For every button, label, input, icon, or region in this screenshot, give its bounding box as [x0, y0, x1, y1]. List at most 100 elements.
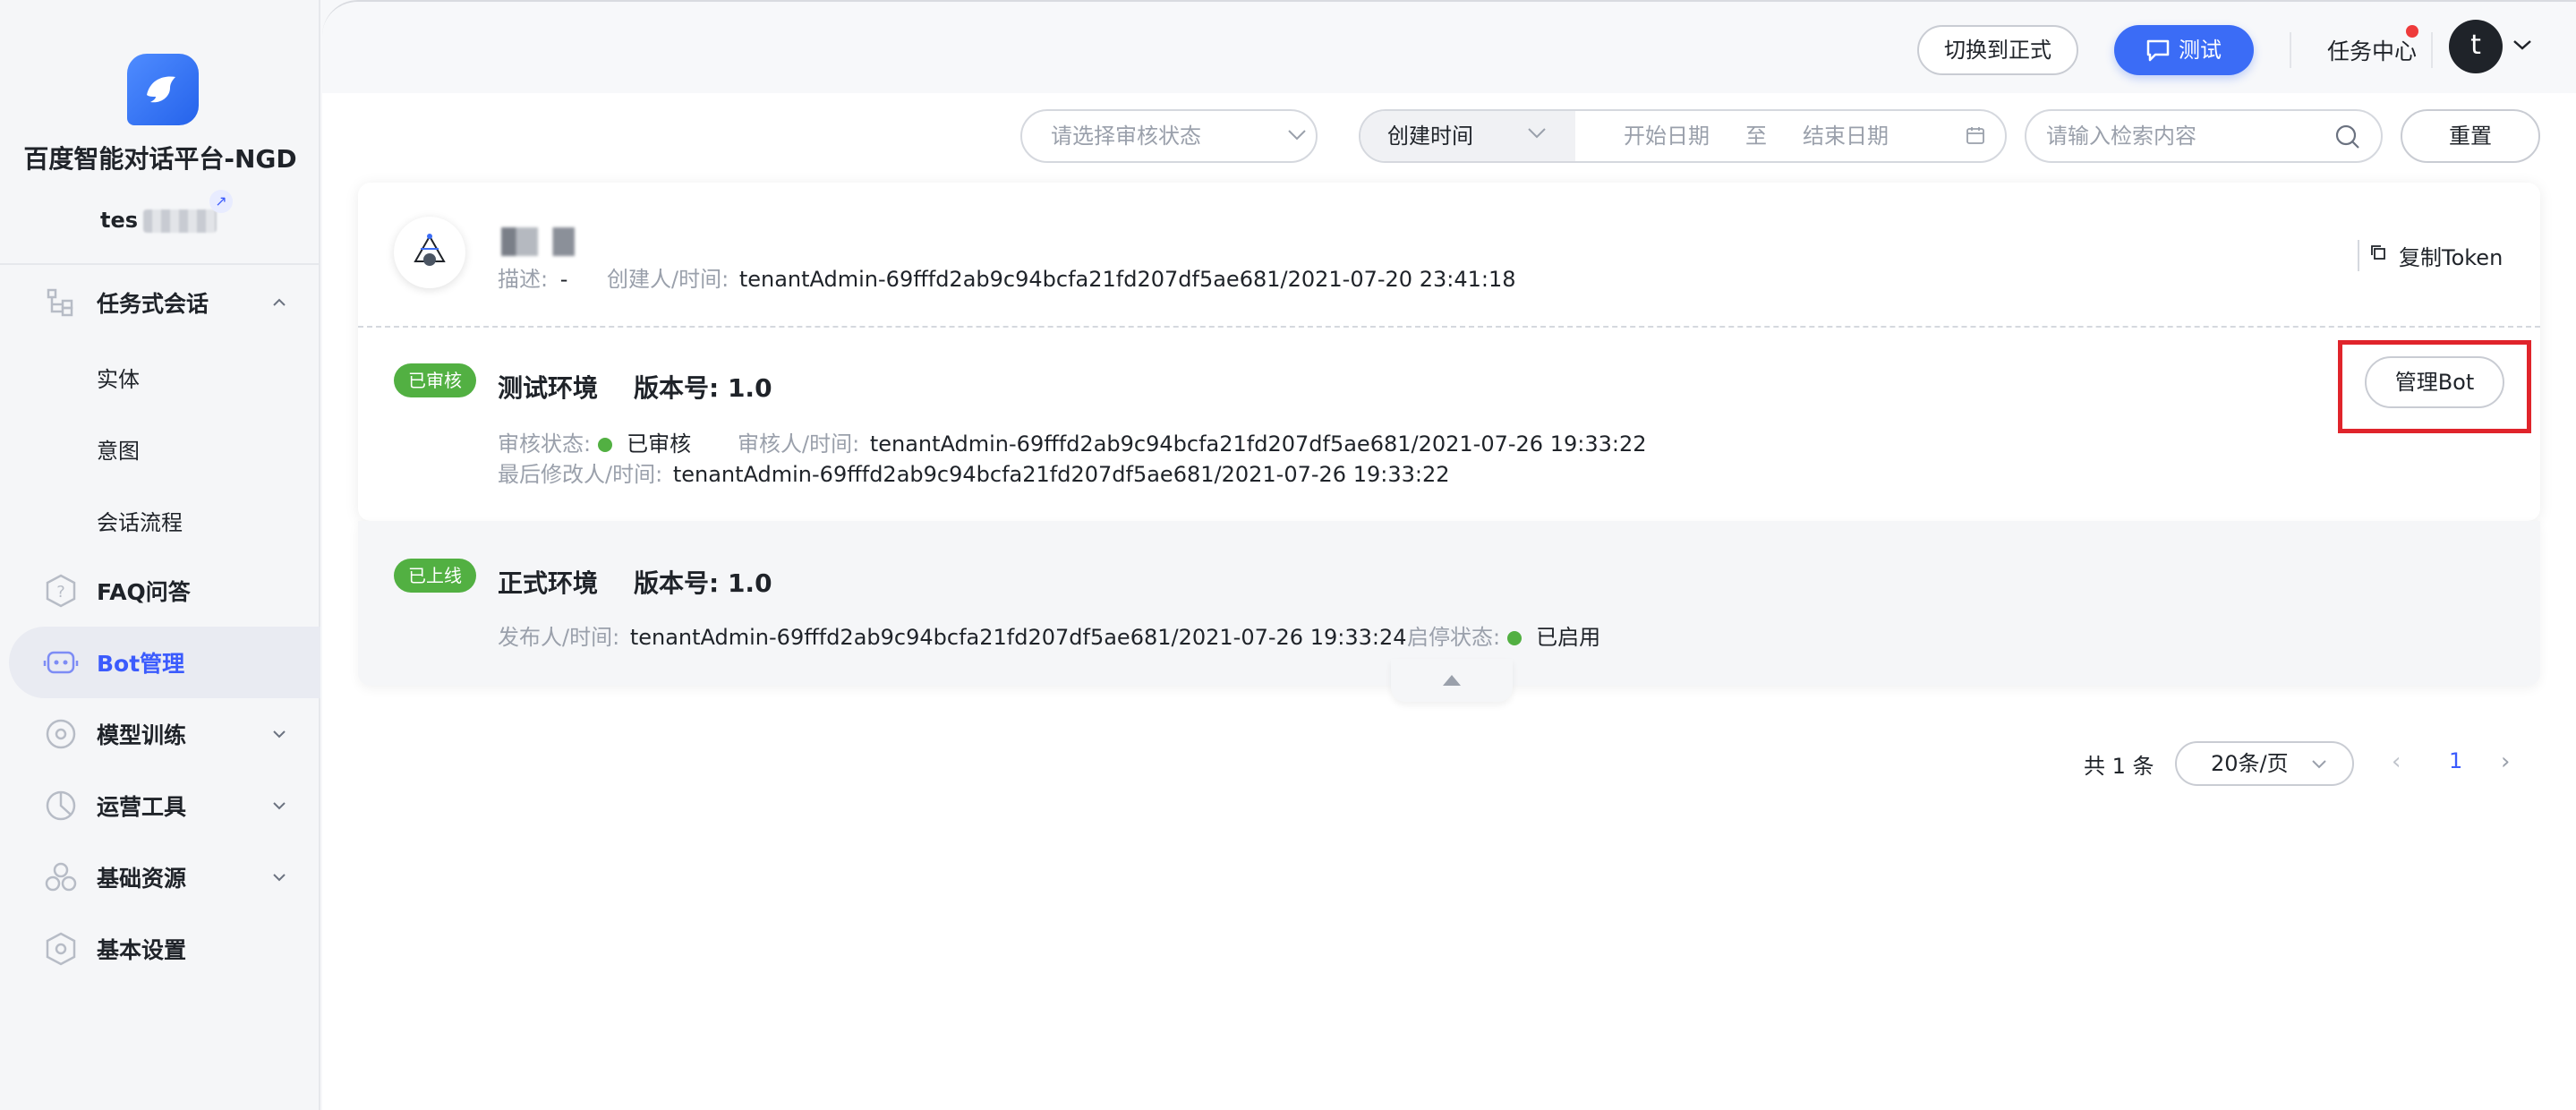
description-value: -: [559, 267, 568, 292]
test-env-title: 测试环境: [498, 373, 599, 403]
prod-env-title: 正式环境: [498, 568, 599, 598]
sidebar: 百度智能对话平台-NGD tes ↗ 任务式会话 实体 意图 会话流程 ? FA…: [0, 0, 320, 1110]
copy-token-label: 复制Token: [2399, 245, 2503, 270]
settings-hex-icon: [46, 932, 76, 966]
run-state: 启停状态: 已启用: [1407, 619, 1600, 651]
modifier-value: tenantAdmin-69fffd2ab9c94bcfa21fd207df5a…: [672, 462, 1450, 487]
description-label: 描述:: [498, 267, 549, 292]
sidebar-item-label: 运营工具: [97, 794, 187, 820]
chevron-down-icon[interactable]: [270, 797, 288, 815]
external-link-icon[interactable]: ↗: [209, 190, 233, 213]
sidebar-item-model-training[interactable]: 模型训练: [9, 698, 320, 770]
end-date-input[interactable]: 结束日期: [1803, 111, 1889, 161]
start-date-input[interactable]: 开始日期: [1624, 111, 1710, 161]
sidebar-item-label: 任务式会话: [97, 291, 209, 317]
chevron-up-icon[interactable]: [270, 294, 288, 312]
topbar-divider: [2431, 32, 2433, 68]
platform-logo: [127, 54, 199, 125]
sidebar-item-label: Bot管理: [97, 651, 185, 677]
reviewer-value: tenantAdmin-69fffd2ab9c94bcfa21fd207df5a…: [869, 431, 1647, 457]
model-icon: [46, 719, 76, 749]
publisher-info: 发布人/时间: tenantAdmin-69fffd2ab9c94bcfa21f…: [498, 619, 1406, 651]
robot-icon: [43, 651, 79, 674]
publisher-label: 发布人/时间:: [498, 625, 620, 650]
chat-bubble-icon: [2146, 39, 2170, 62]
chevron-down-icon[interactable]: [270, 868, 288, 886]
cubes-icon: [45, 862, 77, 892]
modifier-label: 最后修改人/时间:: [498, 462, 663, 487]
bird-icon: [147, 76, 175, 103]
review-status-placeholder: 请选择审核状态: [1051, 124, 1201, 149]
sidebar-subitem-dialog-flow[interactable]: 会话流程: [97, 505, 183, 536]
switch-to-production-button[interactable]: 切换到正式: [1917, 25, 2078, 75]
chevron-down-icon[interactable]: [2512, 38, 2533, 52]
creator-value: tenantAdmin-69fffd2ab9c94bcfa21fd207df5a…: [738, 267, 1516, 292]
sidebar-item-faq[interactable]: ? FAQ问答: [9, 555, 320, 627]
bot-avatar: [394, 217, 465, 288]
highlight-box: [2338, 340, 2531, 433]
reviewer-info: 审核人/时间: tenantAdmin-69fffd2ab9c94bcfa21f…: [738, 426, 1646, 457]
creator-label: 创建人/时间:: [607, 267, 729, 292]
test-button[interactable]: 测试: [2114, 25, 2254, 75]
prod-env-version: 版本号: 1.0: [634, 568, 772, 598]
prev-page-button[interactable]: ‹: [2392, 748, 2401, 775]
sidebar-item-base-resources[interactable]: 基础资源: [9, 841, 320, 913]
publisher-value: tenantAdmin-69fffd2ab9c94bcfa21fd207df5a…: [629, 625, 1407, 650]
sidebar-item-label: FAQ问答: [97, 579, 191, 605]
next-page-button[interactable]: ›: [2501, 748, 2510, 775]
bot-logo-icon: [414, 234, 446, 266]
current-page[interactable]: 1: [2449, 748, 2462, 773]
tenant-name[interactable]: tes: [100, 208, 138, 233]
page-size-select[interactable]: 20条/页: [2175, 741, 2354, 786]
sidebar-item-ops-tools[interactable]: 运营工具: [9, 770, 320, 841]
review-status: 审核状态: 已审核: [498, 426, 691, 457]
test-button-label: 测试: [2179, 38, 2222, 63]
status-dot: [1507, 631, 1523, 645]
review-status-select[interactable]: 请选择审核状态: [1020, 109, 1318, 163]
sidebar-item-task-dialog[interactable]: 任务式会话: [9, 267, 320, 338]
tree-icon: [47, 288, 73, 317]
chevron-down-icon: [1288, 130, 1306, 141]
user-avatar[interactable]: t: [2449, 20, 2503, 73]
run-state-label: 启停状态:: [1407, 625, 1501, 650]
sidebar-subitem-intent[interactable]: 意图: [97, 433, 140, 465]
review-status-value: 已审核: [627, 431, 692, 457]
run-state-value: 已启用: [1536, 625, 1601, 650]
sidebar-item-bot-manage[interactable]: Bot管理: [9, 627, 320, 698]
tenant-name-redacted: [143, 209, 217, 233]
reviewer-label: 审核人/时间:: [738, 431, 860, 457]
status-dot: [598, 438, 613, 452]
caret-up-icon: [1443, 675, 1461, 686]
date-range-separator: 至: [1745, 124, 1767, 149]
bot-creator: 创建人/时间: tenantAdmin-69fffd2ab9c94bcfa21f…: [607, 261, 1515, 293]
reset-button[interactable]: 重置: [2401, 109, 2540, 163]
date-type-select[interactable]: 创建时间: [1361, 111, 1575, 161]
section-divider: [358, 326, 2540, 328]
chart-pie-icon: [46, 790, 76, 821]
sidebar-subitem-entity[interactable]: 实体: [97, 362, 140, 393]
question-hex-icon: ?: [46, 574, 76, 608]
review-status-label: 审核状态:: [498, 431, 592, 457]
calendar-icon: [1966, 127, 1984, 144]
sidebar-item-basic-settings[interactable]: 基本设置: [9, 913, 320, 985]
notification-dot: [2406, 25, 2418, 38]
search-icon[interactable]: [2334, 124, 2361, 150]
search-input[interactable]: 请输入检索内容: [2025, 109, 2383, 163]
sidebar-item-label: 基本设置: [97, 937, 187, 963]
copy-token-button[interactable]: 复制Token: [2358, 240, 2503, 271]
task-center-link[interactable]: 任务中心: [2327, 34, 2417, 66]
chevron-down-icon: [2312, 760, 2326, 769]
total-count: 共 1 条: [2084, 754, 2154, 779]
status-badge: 已上线: [394, 559, 476, 593]
sidebar-item-label: 模型训练: [97, 722, 187, 748]
date-range-picker[interactable]: 创建时间 开始日期 至 结束日期: [1359, 109, 2007, 163]
chevron-down-icon: [1528, 128, 1546, 139]
sidebar-divider: [0, 263, 319, 265]
test-env-version: 版本号: 1.0: [634, 373, 772, 403]
platform-name: 百度智能对话平台-NGD: [23, 144, 297, 174]
bot-description: 描述: -: [498, 261, 567, 293]
date-type-label: 创建时间: [1387, 124, 1473, 149]
topbar-divider: [2290, 32, 2291, 68]
chevron-down-icon[interactable]: [270, 725, 288, 743]
collapse-toggle[interactable]: [1391, 659, 1513, 702]
